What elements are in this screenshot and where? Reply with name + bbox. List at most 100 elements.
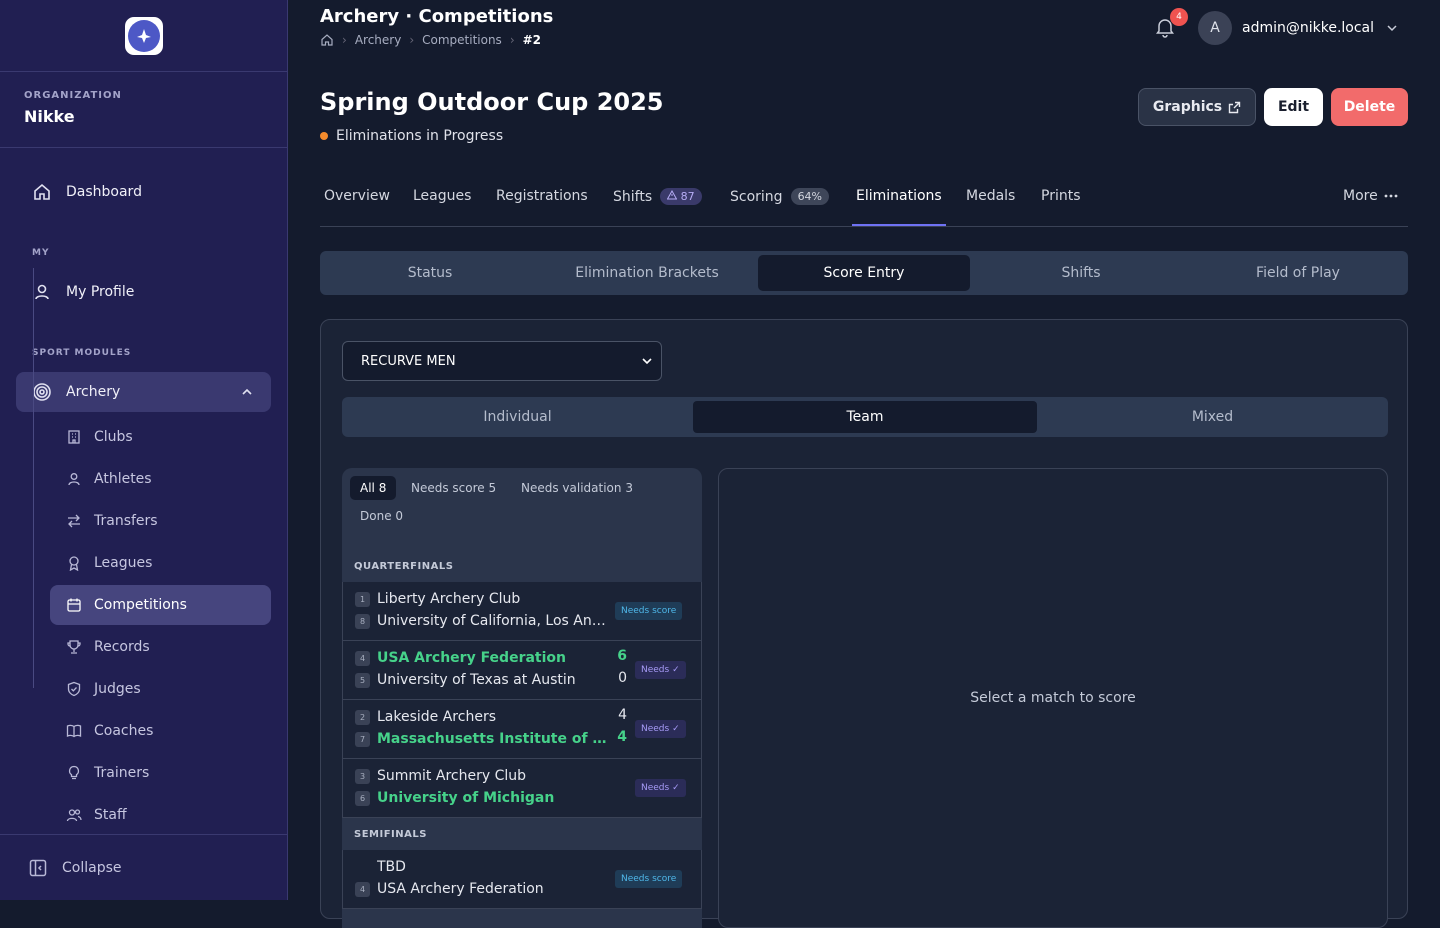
- sidebar-item-transfers[interactable]: Transfers: [50, 501, 271, 541]
- subtab-elimination-brackets[interactable]: Elimination Brackets: [540, 255, 754, 291]
- tab-overview[interactable]: Overview: [324, 188, 390, 204]
- shifts-warning-badge: 87: [660, 188, 702, 205]
- sidebar-item-judges[interactable]: Judges: [50, 669, 271, 709]
- tab-eliminations[interactable]: Eliminations: [856, 188, 942, 204]
- segment-team[interactable]: Team: [693, 401, 1037, 433]
- sidebar-item-coaches[interactable]: Coaches: [50, 711, 271, 751]
- delete-button[interactable]: Delete: [1331, 88, 1408, 126]
- team-name: TBD: [377, 859, 406, 875]
- notifications-button[interactable]: 4: [1154, 8, 1188, 42]
- filter-count: 5: [488, 481, 497, 495]
- team-name: Summit Archery Club: [377, 768, 526, 784]
- sidebar-item-athletes[interactable]: Athletes: [50, 459, 271, 499]
- sidebar-item-label: Leagues: [94, 555, 153, 571]
- sidebar-item-staff[interactable]: Staff: [50, 795, 271, 835]
- subtab-shifts[interactable]: Shifts: [974, 255, 1188, 291]
- page-title: Archery · Competitions: [320, 6, 554, 27]
- sidebar-item-clubs[interactable]: Clubs: [50, 417, 271, 457]
- segment-individual[interactable]: Individual: [346, 401, 689, 433]
- sidebar-item-label: Judges: [94, 681, 141, 697]
- match-team-a: 4 USA Archery Federation: [355, 648, 625, 668]
- elimination-subtabs: Status Elimination Brackets Score Entry …: [320, 251, 1408, 295]
- sidebar-item-trainers[interactable]: Trainers: [50, 753, 271, 793]
- warning-icon: [666, 189, 678, 200]
- team-name: University of Texas at Austin: [377, 672, 576, 688]
- team-score: 4: [617, 729, 627, 745]
- sidebar: ORGANIZATION Nikke Dashboard MY My Profi…: [0, 0, 288, 900]
- sidebar-item-leagues[interactable]: Leagues: [50, 543, 271, 583]
- home-icon[interactable]: [320, 33, 334, 47]
- external-link-icon: [1228, 101, 1241, 113]
- collapse-label: Collapse: [62, 859, 122, 876]
- round-label-semifinals: SEMIFINALS: [354, 828, 427, 840]
- sidebar-item-label: Competitions: [94, 597, 187, 613]
- sidebar-item-dashboard[interactable]: Dashboard: [16, 172, 271, 212]
- breadcrumb-competitions[interactable]: Competitions: [422, 33, 502, 47]
- users-icon: [66, 809, 82, 822]
- building-icon: [68, 430, 80, 444]
- breadcrumb-archery[interactable]: Archery: [355, 33, 402, 47]
- sidebar-item-records[interactable]: Records: [50, 627, 271, 667]
- match-item[interactable]: 1 Liberty Archery Club 8 University of C…: [342, 582, 702, 641]
- match-item[interactable]: TBD 4 USA Archery Federation Needs score: [342, 850, 702, 909]
- sidebar-item-my-profile[interactable]: My Profile: [16, 272, 271, 312]
- match-filters: All 8 Needs score 5 Needs validation 3 D…: [342, 468, 702, 550]
- target-icon: [33, 383, 51, 401]
- tab-registrations[interactable]: Registrations: [496, 188, 588, 204]
- sidebar-item-competitions[interactable]: Competitions: [50, 585, 271, 625]
- graphics-button[interactable]: Graphics: [1138, 88, 1256, 126]
- transfer-icon: [68, 514, 80, 528]
- organization-label: ORGANIZATION: [24, 90, 122, 101]
- subtab-status[interactable]: Status: [324, 255, 536, 291]
- main-content: Archery · Competitions › Archery › Compe…: [288, 0, 1440, 928]
- segment-mixed[interactable]: Mixed: [1041, 401, 1384, 433]
- division-select[interactable]: RECURVE MEN: [342, 341, 662, 381]
- filter-done[interactable]: Done 0: [350, 504, 413, 528]
- sidebar-collapse-icon: [29, 859, 47, 876]
- chevron-down-icon: [642, 358, 652, 365]
- sidebar-item-label: Records: [94, 639, 150, 655]
- match-item[interactable]: 4 USA Archery Federation 6 5 University …: [342, 641, 702, 700]
- tab-more[interactable]: More: [1343, 188, 1398, 204]
- organization-block: ORGANIZATION Nikke: [0, 72, 287, 148]
- breadcrumb-separator: ›: [342, 33, 347, 47]
- active-tab-indicator: [852, 224, 946, 226]
- filter-needs-validation[interactable]: Needs validation 3: [511, 476, 643, 500]
- subtab-field-of-play[interactable]: Field of Play: [1192, 255, 1404, 291]
- tab-medals[interactable]: Medals: [966, 188, 1015, 204]
- filter-all[interactable]: All 8: [350, 476, 397, 500]
- user-email: admin@nikke.local: [1242, 20, 1375, 36]
- collapse-sidebar-button[interactable]: Collapse: [0, 834, 288, 900]
- score-entry-panel: RECURVE MEN Individual Team Mixed All 8 …: [320, 319, 1408, 928]
- seed-badge: 3: [355, 768, 370, 784]
- filter-needs-score[interactable]: Needs score 5: [401, 476, 506, 500]
- status-text: Eliminations in Progress: [336, 128, 504, 144]
- tab-leagues[interactable]: Leagues: [413, 188, 471, 204]
- subtab-score-entry[interactable]: Score Entry: [758, 255, 970, 291]
- seed-badge: 8: [355, 613, 370, 629]
- match-item[interactable]: 3 Summit Archery Club 6 University of Mi…: [342, 759, 702, 818]
- sidebar-item-label: Transfers: [94, 513, 158, 529]
- match-item[interactable]: 2 Lakeside Archers 4 7 Massachusetts Ins…: [342, 700, 702, 759]
- user-menu[interactable]: A admin@nikke.local: [1198, 11, 1398, 45]
- graphics-label: Graphics: [1152, 99, 1223, 115]
- seed-badge: 4: [355, 650, 370, 666]
- match-team-b: 8 University of California, Los Angeles: [355, 611, 625, 631]
- tab-scoring[interactable]: Scoring 64%: [730, 188, 830, 205]
- sidebar-item-label: Archery: [66, 384, 121, 400]
- seed-badge: 7: [355, 731, 370, 747]
- breadcrumb-separator: ›: [509, 33, 515, 47]
- status-badge: Needs ✓: [635, 661, 686, 679]
- home-icon: [34, 183, 50, 200]
- sidebar-item-archery[interactable]: Archery: [16, 372, 271, 412]
- match-team-b: 4 USA Archery Federation: [355, 879, 625, 899]
- status-badge: Needs score: [615, 602, 683, 620]
- sidebar-item-label: Athletes: [94, 471, 152, 487]
- empty-state-text: Select a match to score: [970, 690, 1136, 706]
- ribbon-icon: [69, 556, 79, 571]
- round-label-quarterfinals: QUARTERFINALS: [354, 560, 454, 572]
- tab-shifts[interactable]: Shifts 87: [613, 188, 702, 205]
- app-logo[interactable]: [124, 16, 163, 55]
- tab-prints[interactable]: Prints: [1041, 188, 1081, 204]
- edit-button[interactable]: Edit: [1264, 88, 1323, 126]
